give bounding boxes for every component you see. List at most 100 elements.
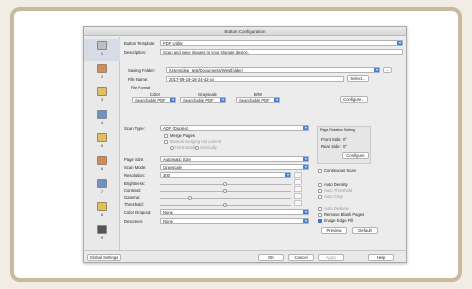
gamma-label: Gamma: [124,195,141,200]
auto-crop-label: Auto Crop [324,194,343,199]
merge-pages-checkbox[interactable] [164,134,168,138]
continuous-scan-label: Continuous Scan [324,168,356,173]
sidebar-item-1[interactable]: 1 [84,39,120,61]
resolution-stepper[interactable] [294,172,302,178]
sidebar-item-6[interactable]: 6 [84,154,120,176]
scan-mode-select[interactable]: Grayscale [160,164,309,170]
front-side-label: Front Side: [321,137,342,142]
grayscale-format-select[interactable]: Searchable PDF [180,97,226,103]
chevron-down-icon [220,98,225,102]
saving-folder-value: /Users/dep_test/Documents/Westfolder/ [169,68,243,73]
page-size-label: Page Size: [124,157,145,162]
image-icon [97,156,107,165]
file-name-label: File Name: [128,77,149,82]
sidebar-item-8[interactable]: 8 [84,200,120,222]
gamma-slider[interactable] [160,196,291,200]
configure-format-button[interactable]: Configure... [340,96,368,103]
browse-folder-button[interactable]: ... [383,67,392,73]
brightness-slider[interactable] [160,182,291,186]
descreen-select[interactable]: None [160,218,309,224]
contrast-value-box[interactable] [294,186,302,192]
window-title: Button Configuration [84,27,406,36]
sidebar-item-number: 7 [100,189,104,194]
color-dropout-value: None [163,210,174,215]
page-rotation-title: Page Rotation Setting [320,128,355,132]
image-edge-fill-checkbox[interactable] [318,219,322,223]
sidebar-item-4[interactable]: 4 [84,108,120,130]
sidebar-item-5[interactable]: 5 [84,131,120,153]
template-select[interactable]: PDF Utility [160,40,403,46]
file-name-field[interactable]: 2017-09-19-18-24-42-xx [166,76,344,82]
image-edge-fill-label: Image Edge Fill [324,218,354,223]
saving-folder-label: Saving Folder: [128,68,155,73]
merge-pages-label: Merge Pages [170,133,195,138]
threshold-value-box[interactable] [294,200,302,206]
threshold-knob[interactable] [223,203,227,207]
sidebar-item-9[interactable]: 9 [84,223,120,245]
scan-mode-label: Scan Mode: [124,165,147,170]
preview-button[interactable]: Preview [321,227,347,234]
cloud-icon [97,179,107,188]
front-side-value: 0° [343,137,348,142]
gamma-value-box[interactable] [294,193,302,199]
sidebar-item-number: 8 [100,212,104,217]
color-dropout-select[interactable]: None [160,209,309,215]
descreen-label: Descreen: [124,219,144,224]
default-button[interactable]: Default [352,227,378,234]
sidebar-item-3[interactable]: 3 [84,85,120,107]
sidebar-item-number: 5 [100,143,104,148]
bw-format-value: Searchable PDF [239,98,270,103]
ok-button[interactable]: OK [258,254,284,261]
page-size-select[interactable]: Automatic Size [160,156,309,162]
cancel-button[interactable]: Cancel [288,254,314,261]
description-field[interactable]: Scan and save images to your storage dev… [160,49,403,55]
brightness-value-box[interactable] [294,179,302,185]
auto-crop-checkbox[interactable] [318,195,322,199]
dialog-footer: Global Settings OK Cancel Apply Help [84,250,406,262]
select-button[interactable]: Select... [347,75,369,82]
apply-button[interactable]: Apply [318,254,344,261]
template-value: PDF Utility [163,41,183,46]
print-icon [97,202,107,211]
auto-deskew-checkbox[interactable] [318,207,322,211]
color-format-select[interactable]: Searchable PDF [132,97,176,103]
contrast-slider[interactable] [160,189,291,193]
chevron-down-icon [303,210,308,214]
sidebar-item-2[interactable]: 2 [84,62,120,84]
chevron-down-icon [170,98,175,102]
pdf-icon [97,64,107,73]
scan-type-select[interactable]: ADF (Duplex) [160,125,309,131]
chevron-down-icon [303,126,308,130]
rear-side-value: 0° [343,144,348,149]
descreen-value: None [163,219,174,224]
document-icon [97,133,107,142]
resolution-select[interactable]: 300 [160,172,291,178]
rotation-configure-button[interactable]: Configure [342,152,369,159]
sidebar-item-7[interactable]: 7 [84,177,120,199]
gamma-knob[interactable] [188,196,192,200]
remove-blank-checkbox[interactable] [318,213,322,217]
vertically-label: Vertically [200,145,217,150]
horizontally-radio[interactable] [170,146,174,150]
threshold-slider[interactable] [160,203,291,207]
continuous-scan-checkbox[interactable] [318,169,322,173]
auto-threshold-checkbox[interactable] [318,189,322,193]
bw-format-select[interactable]: Searchable PDF [236,97,280,103]
rear-side-label: Rear Side: [321,144,341,149]
chevron-down-icon [274,98,279,102]
brightness-knob[interactable] [223,182,227,186]
saving-folder-select[interactable]: /Users/dep_test/Documents/Westfolder/ [166,67,380,73]
sidebar-item-number: 1 [100,51,104,56]
chevron-down-icon [397,41,402,45]
manual-merging-checkbox[interactable] [164,140,168,144]
global-settings-button[interactable]: Global Settings [87,254,121,261]
folder-icon [97,87,107,96]
auto-deskew-label: Auto Deskew [324,206,349,211]
sidebar-item-number: 3 [100,97,104,102]
help-button[interactable]: Help [368,254,394,261]
auto-density-checkbox[interactable] [318,183,322,187]
scan-mode-value: Grayscale [163,165,182,170]
contrast-knob[interactable] [223,189,227,193]
scan-type-value: ADF (Duplex) [163,126,189,131]
vertically-radio[interactable] [195,146,199,150]
